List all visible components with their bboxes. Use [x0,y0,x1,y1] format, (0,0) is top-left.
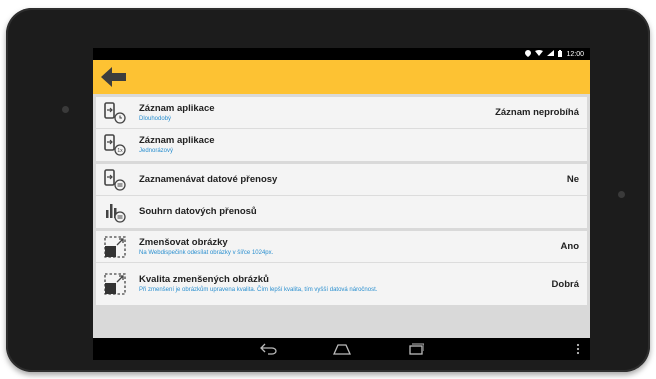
setting-value: Ano [560,241,579,252]
setting-row-app-log-once[interactable]: 1x Záznam aplikace Jednorázový [96,129,587,161]
navigation-bar [93,338,590,360]
location-icon [525,49,532,59]
nav-back-button[interactable] [256,341,280,357]
action-bar [93,60,590,94]
recents-nav-icon [408,343,424,355]
settings-card-data: Zaznamenávat datové přenosy Ne Souhrn da… [96,164,587,228]
back-button[interactable] [101,67,127,87]
screen: 12:00 Záznam aplikace Dlouhodobý Záznam … [93,48,590,360]
resize-image-icon [104,235,126,258]
status-time: 12:00 [566,50,584,58]
phone-clock-icon [104,101,126,124]
setting-row-resize-images[interactable]: Zmenšovat obrázky Na Webdispečink odesíl… [96,231,587,263]
setting-title: Kvalita zmenšených obrázků [139,274,269,285]
nav-home-button[interactable] [330,341,354,357]
setting-value: Ne [566,174,579,185]
setting-title: Souhrn datových přenosů [139,206,257,217]
back-nav-icon [259,343,277,355]
overflow-menu-icon [576,343,580,355]
svg-text:1x: 1x [117,148,123,154]
status-bar: 12:00 [93,48,590,60]
setting-subtitle: Na Webdispečink odesílat obrázky v šířce… [139,249,274,256]
setting-subtitle: Dlouhodobý [139,115,172,122]
arrow-left-icon [101,67,126,87]
setting-title: Záznam aplikace [139,135,215,146]
tablet-frame: 12:00 Záznam aplikace Dlouhodobý Záznam … [6,8,650,372]
wifi-icon [535,50,544,58]
camera-dot [62,106,69,113]
setting-row-image-quality[interactable]: Kvalita zmenšených obrázků Při zmenšení … [96,263,587,305]
setting-title: Zaznamenávat datové přenosy [139,173,278,185]
battery-icon [558,49,563,59]
phone-1x-icon: 1x [104,134,126,156]
bar-chart-icon [106,204,126,223]
setting-row-transfer-summary[interactable]: Souhrn datových přenosů [96,196,587,228]
setting-value: Dobrá [551,278,579,290]
setting-value: Záznam neprobíhá [495,107,579,118]
setting-subtitle: Jednorázový [139,148,174,154]
settings-card-images: Zmenšovat obrázky Na Webdispečink odesíl… [96,231,587,305]
setting-title: Záznam aplikace [139,102,215,114]
setting-row-app-log-long[interactable]: Záznam aplikace Dlouhodobý Záznam neprob… [96,97,587,129]
settings-card-recording: Záznam aplikace Dlouhodobý Záznam neprob… [96,97,587,161]
setting-row-record-transfers[interactable]: Zaznamenávat datové přenosy Ne [96,164,587,196]
resize-quality-icon [104,273,126,295]
phone-transfer-icon [104,168,126,191]
nav-recents-button[interactable] [404,341,428,357]
setting-subtitle: Při zmenšení je obrázkům upravena kvalit… [139,287,378,293]
home-nav-icon [332,344,351,355]
signal-icon [547,50,555,58]
setting-title: Zmenšovat obrázky [139,236,228,248]
sensor-dot [618,191,625,198]
overflow-menu-button[interactable] [574,342,582,356]
settings-list: Záznam aplikace Dlouhodobý Záznam neprob… [93,94,590,338]
